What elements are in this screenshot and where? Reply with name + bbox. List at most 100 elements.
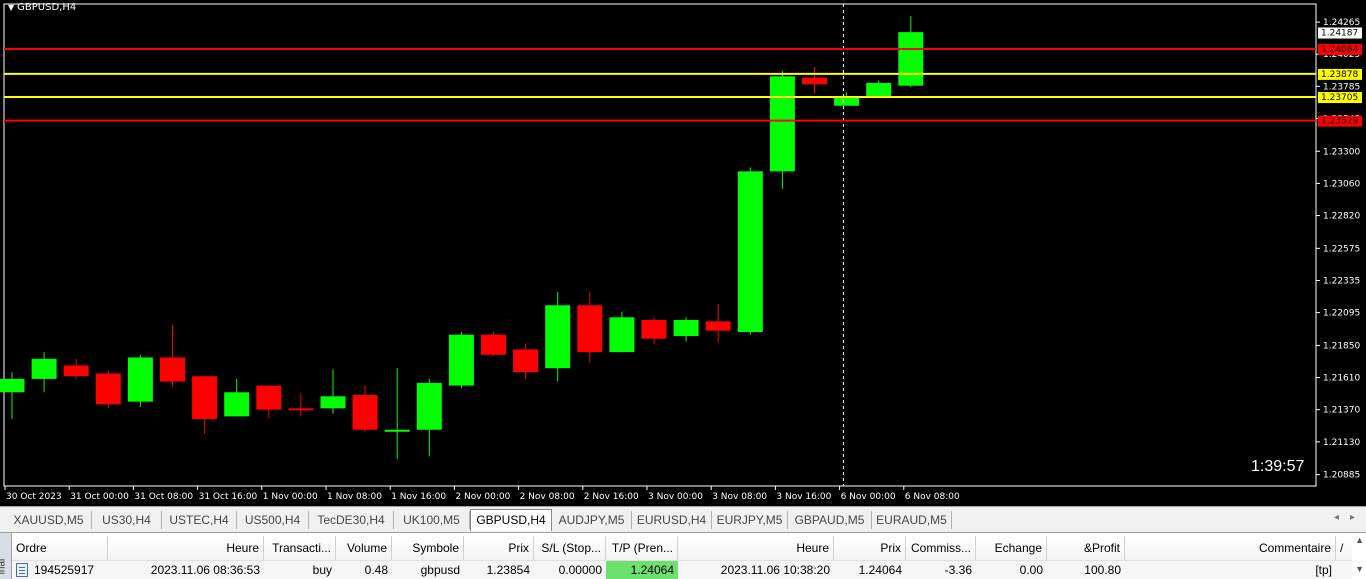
candle-body: [898, 32, 924, 86]
price-level-label: 1.23529: [1321, 117, 1358, 127]
candle-body: [641, 319, 667, 339]
chart-menu-triangle-icon[interactable]: ▼: [8, 3, 14, 12]
col-header-ordre[interactable]: Ordre: [12, 536, 108, 560]
cell-sl: 0.00000: [558, 563, 602, 577]
col-header-symbole[interactable]: Symbole: [392, 536, 464, 560]
scroll-up-icon[interactable]: ▲: [1355, 535, 1364, 545]
y-tick-label: 1.20885: [1323, 471, 1360, 481]
chart-tab-us500-h4[interactable]: US500,H4: [237, 511, 309, 529]
cell-prix: 1.23854: [486, 563, 530, 577]
chart-tab-xauusd-m5[interactable]: XAUUSD,M5: [6, 511, 92, 529]
col-header-prix[interactable]: Prix: [464, 536, 534, 560]
current-price-label: 1.24187: [1321, 29, 1358, 39]
col-header-heure[interactable]: Heure: [108, 536, 264, 560]
y-tick-label: 1.22335: [1323, 276, 1360, 286]
candle-body: [769, 76, 795, 172]
y-tick-label: 1.21610: [1323, 374, 1360, 384]
cell-symbole: gbpusd: [420, 563, 460, 577]
candle-body: [224, 392, 250, 417]
candle-body: [288, 408, 314, 411]
candle-body: [127, 357, 153, 402]
candle-body: [320, 396, 346, 409]
candle-body: [256, 385, 282, 410]
candle-body: [416, 382, 442, 430]
chart-tab-eurjpy-m5[interactable]: EURJPY,M5: [712, 511, 788, 529]
chart-tab-audjpy-m5[interactable]: AUDJPY,M5: [552, 511, 632, 529]
chart-title: ▼ GBPUSD,H4: [8, 2, 76, 13]
table-row[interactable]: 194525917 2023.11.06 08:36:53 buy 0.48 g…: [12, 560, 1352, 579]
candlestick-chart: 1.242651.240251.237851.235451.233001.230…: [0, 3, 1362, 502]
candle-body: [95, 373, 121, 405]
col-header-commentaire[interactable]: Commentaire: [1125, 536, 1336, 560]
scroll-down-icon[interactable]: ▼: [1355, 564, 1364, 574]
candle-body: [448, 334, 474, 386]
order-document-icon: [16, 562, 28, 577]
x-tick-label: 1 Nov 16:00: [391, 492, 446, 502]
cell-prix-close: 1.24064: [858, 563, 902, 577]
y-tick-label: 1.23785: [1323, 82, 1360, 92]
price-level-label: 1.24064: [1321, 45, 1358, 55]
chart-area[interactable]: 1.242651.240251.237851.235451.233001.230…: [0, 0, 1366, 506]
x-tick-label: 2 Nov 00:00: [455, 492, 510, 502]
sort-indicator: /: [1336, 536, 1352, 560]
cell-commission: -3.36: [944, 563, 972, 577]
candle-body: [384, 429, 410, 432]
y-tick-label: 1.22820: [1323, 212, 1360, 222]
col-header-prix-close[interactable]: Prix: [834, 536, 906, 560]
terminal-side-tab[interactable]: inal: [0, 533, 12, 579]
chart-tab-tecde30-h4[interactable]: TecDE30,H4: [309, 511, 394, 529]
chart-tab-eurusd-h4[interactable]: EURUSD,H4: [632, 511, 712, 529]
candle-body: [160, 357, 185, 382]
y-tick-label: 1.22095: [1323, 309, 1360, 319]
chart-tab-gbpusd-h4[interactable]: GBPUSD,H4: [470, 509, 552, 531]
candle-body: [0, 378, 25, 393]
candle-body: [513, 349, 539, 373]
y-tick-label: 1.24265: [1323, 18, 1360, 28]
cell-volume: 0.48: [364, 563, 388, 577]
candle-body: [31, 358, 57, 379]
x-tick-label: 2 Nov 16:00: [584, 492, 639, 502]
col-header-echange[interactable]: Echange: [976, 536, 1047, 560]
candle-body: [802, 77, 827, 85]
price-level-label: 1.23878: [1321, 70, 1358, 80]
chart-tab-uk100-m5[interactable]: UK100,M5: [394, 511, 470, 529]
candle-body: [63, 365, 89, 377]
terminal-panel: inal Ordre Heure Transacti... Volume Sym…: [0, 532, 1366, 579]
chart-tab-euraud-m5[interactable]: EURAUD,M5: [872, 511, 952, 529]
candle-body: [577, 305, 603, 353]
x-tick-label: 31 Oct 08:00: [134, 492, 193, 502]
cell-commentaire: [tp]: [1315, 563, 1332, 577]
y-tick-label: 1.23060: [1323, 179, 1360, 189]
cell-transaction: buy: [312, 563, 332, 577]
candle-body: [352, 394, 378, 430]
cell-echange: 0.00: [1019, 563, 1043, 577]
x-tick-label: 30 Oct 2023: [6, 492, 62, 502]
chart-tabs-bar: XAUUSD,M5 US30,H4 USTEC,H4 US500,H4 TecDE30,…: [0, 506, 1366, 532]
col-header-sl[interactable]: S/L (Stop...: [534, 536, 606, 560]
cell-heure-close: 2023.11.06 10:38:20: [720, 563, 830, 577]
col-header-profit[interactable]: &Profit: [1047, 536, 1125, 560]
tab-scroll-left-icon[interactable]: ◂: [1334, 512, 1339, 523]
chart-tab-us30-h4[interactable]: US30,H4: [92, 511, 162, 529]
cell-ordre: 194525917: [12, 561, 108, 579]
col-header-volume[interactable]: Volume: [336, 536, 392, 560]
tab-scroll-right-icon[interactable]: ▸: [1350, 512, 1355, 523]
terminal-side-label: inal: [0, 558, 8, 575]
x-tick-label: 1 Nov 08:00: [327, 492, 382, 502]
x-tick-label: 3 Nov 16:00: [776, 492, 831, 502]
chart-title-label: GBPUSD,H4: [17, 2, 77, 13]
chart-tab-gbpaud-m5[interactable]: GBPAUD,M5: [788, 511, 872, 529]
y-tick-label: 1.21130: [1323, 438, 1360, 448]
candle-body: [192, 376, 218, 420]
candle-body: [834, 97, 860, 106]
x-tick-label: 31 Oct 16:00: [199, 492, 258, 502]
col-header-heure-close[interactable]: Heure: [678, 536, 834, 560]
col-header-transaction[interactable]: Transacti...: [264, 536, 336, 560]
col-header-commission[interactable]: Commiss...: [906, 536, 976, 560]
chart-tab-ustec-h4[interactable]: USTEC,H4: [162, 511, 237, 529]
cell-ordre-value: 194525917: [34, 563, 95, 577]
x-tick-label: 3 Nov 08:00: [712, 492, 767, 502]
y-tick-label: 1.22575: [1323, 244, 1360, 254]
cell-heure: 2023.11.06 08:36:53: [150, 563, 260, 577]
col-header-tp[interactable]: T/P (Pren...: [606, 536, 678, 560]
